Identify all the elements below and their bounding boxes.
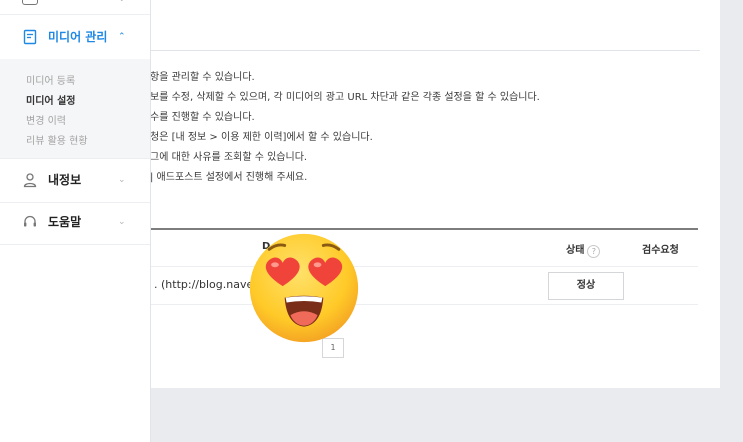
main-content-card: [120, 0, 720, 388]
column-header-status: 상태?: [566, 241, 601, 258]
person-icon: [23, 173, 37, 188]
sidebar-item-previous[interactable]: ⌄: [0, 0, 150, 15]
table-row-divider: [150, 304, 698, 305]
section-divider: [150, 50, 700, 51]
sidebar-item-my-info[interactable]: 내정보 ⌄: [0, 158, 150, 203]
chevron-down-icon: ⌄: [118, 217, 126, 227]
sidebar-item-help[interactable]: 도움말 ⌄: [0, 200, 150, 245]
table-top-border: [150, 228, 698, 230]
heart-eyes-emoji-icon: [249, 233, 359, 343]
info-note: 그에 대한 사유를 조회할 수 있습니다.: [150, 152, 308, 163]
info-note: 청은 [내 정보 > 이용 제한 이력]에서 할 수 있습니다.: [150, 132, 373, 143]
submenu-item-change-history[interactable]: 변경 이력: [26, 112, 66, 127]
info-note: 수를 진행할 수 있습니다.: [150, 112, 255, 123]
chevron-up-icon: ⌃: [118, 32, 126, 42]
headset-icon: [24, 215, 36, 227]
submenu-item-review-usage[interactable]: 리뷰 활용 현황: [26, 132, 88, 147]
submenu-item-media-settings[interactable]: 미디어 설정: [26, 92, 75, 107]
status-badge: 정상: [548, 272, 624, 300]
submenu-item-media-register[interactable]: 미디어 등록: [26, 72, 75, 87]
sidebar-item-label: 미디어 관리: [48, 30, 108, 44]
document-icon: [23, 29, 37, 45]
column-header-status-label: 상태: [566, 245, 585, 256]
chevron-down-icon: ⌄: [118, 0, 126, 4]
sidebar-item-label: 내정보: [48, 173, 82, 187]
sidebar-item-label: 도움말: [48, 215, 82, 229]
box-icon: [22, 0, 38, 5]
info-note: 항을 관리할 수 있습니다.: [150, 72, 255, 83]
chevron-down-icon: ⌄: [118, 175, 126, 185]
info-notes: 항을 관리할 수 있습니다. 보를 수정, 삭제할 수 있으며, 각 미디어의 …: [150, 70, 540, 190]
info-note: | 애드포스트 설정에서 진행해 주세요.: [150, 172, 308, 183]
sidebar: ⌄ 미디어 관리 ⌃ 미디어 등록 미디어 설정 변경 이력 리뷰 활용 현황 …: [0, 0, 151, 442]
help-icon[interactable]: ?: [587, 245, 601, 258]
column-header-review: 검수요청: [642, 245, 679, 256]
media-submenu: 미디어 등록 미디어 설정 변경 이력 리뷰 활용 현황: [0, 59, 150, 159]
table-header-divider: [150, 266, 698, 267]
sidebar-item-media-management[interactable]: 미디어 관리 ⌃: [0, 15, 150, 60]
info-note: 보를 수정, 삭제할 수 있으며, 각 미디어의 광고 URL 차단과 같은 각…: [150, 92, 540, 103]
